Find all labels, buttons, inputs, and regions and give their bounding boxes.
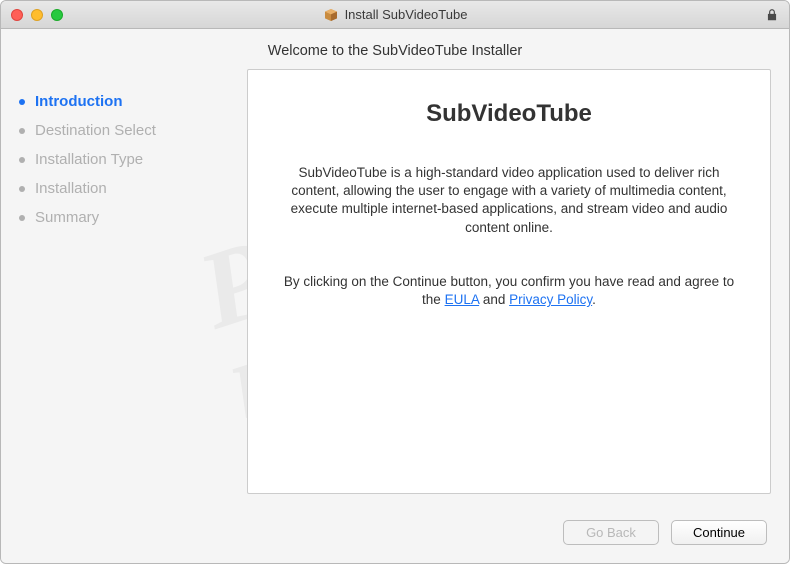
lock-icon[interactable] xyxy=(765,7,779,23)
content-title: SubVideoTube xyxy=(276,100,742,128)
agree-and: and xyxy=(479,292,509,307)
minimize-button[interactable] xyxy=(31,9,43,21)
installer-window: Install SubVideoTube PC risk.com Welcome… xyxy=(0,0,790,564)
body-area: PC risk.com Welcome to the SubVideoTube … xyxy=(1,29,789,563)
maximize-button[interactable] xyxy=(51,9,63,21)
step-label: Introduction xyxy=(35,93,122,110)
window-title-wrap: Install SubVideoTube xyxy=(1,7,789,23)
step-bullet-icon xyxy=(19,186,25,192)
sidebar-step-destination-select: Destination Select xyxy=(19,116,229,145)
footer: Go Back Continue xyxy=(1,506,789,563)
welcome-heading: Welcome to the SubVideoTube Installer xyxy=(1,29,789,69)
step-bullet-icon xyxy=(19,99,25,105)
sidebar-step-summary: Summary xyxy=(19,203,229,232)
sidebar-step-installation-type: Installation Type xyxy=(19,145,229,174)
titlebar: Install SubVideoTube xyxy=(1,1,789,29)
privacy-policy-link[interactable]: Privacy Policy xyxy=(509,292,592,307)
step-label: Installation Type xyxy=(35,151,143,168)
window-title: Install SubVideoTube xyxy=(345,7,468,22)
content-agreement: By clicking on the Continue button, you … xyxy=(276,273,742,309)
step-label: Summary xyxy=(35,209,99,226)
sidebar: Introduction Destination Select Installa… xyxy=(19,69,229,494)
package-icon xyxy=(323,7,339,23)
window-controls xyxy=(11,9,63,21)
go-back-button: Go Back xyxy=(563,520,659,545)
content-description: SubVideoTube is a high-standard video ap… xyxy=(276,164,742,237)
close-button[interactable] xyxy=(11,9,23,21)
step-label: Installation xyxy=(35,180,107,197)
step-label: Destination Select xyxy=(35,122,156,139)
eula-link[interactable]: EULA xyxy=(445,292,480,307)
sidebar-step-installation: Installation xyxy=(19,174,229,203)
continue-button[interactable]: Continue xyxy=(671,520,767,545)
columns: Introduction Destination Select Installa… xyxy=(1,69,789,506)
step-bullet-icon xyxy=(19,215,25,221)
step-bullet-icon xyxy=(19,128,25,134)
step-bullet-icon xyxy=(19,157,25,163)
sidebar-step-introduction[interactable]: Introduction xyxy=(19,87,229,116)
agree-suffix: . xyxy=(592,292,596,307)
content-panel: SubVideoTube SubVideoTube is a high-stan… xyxy=(247,69,771,494)
